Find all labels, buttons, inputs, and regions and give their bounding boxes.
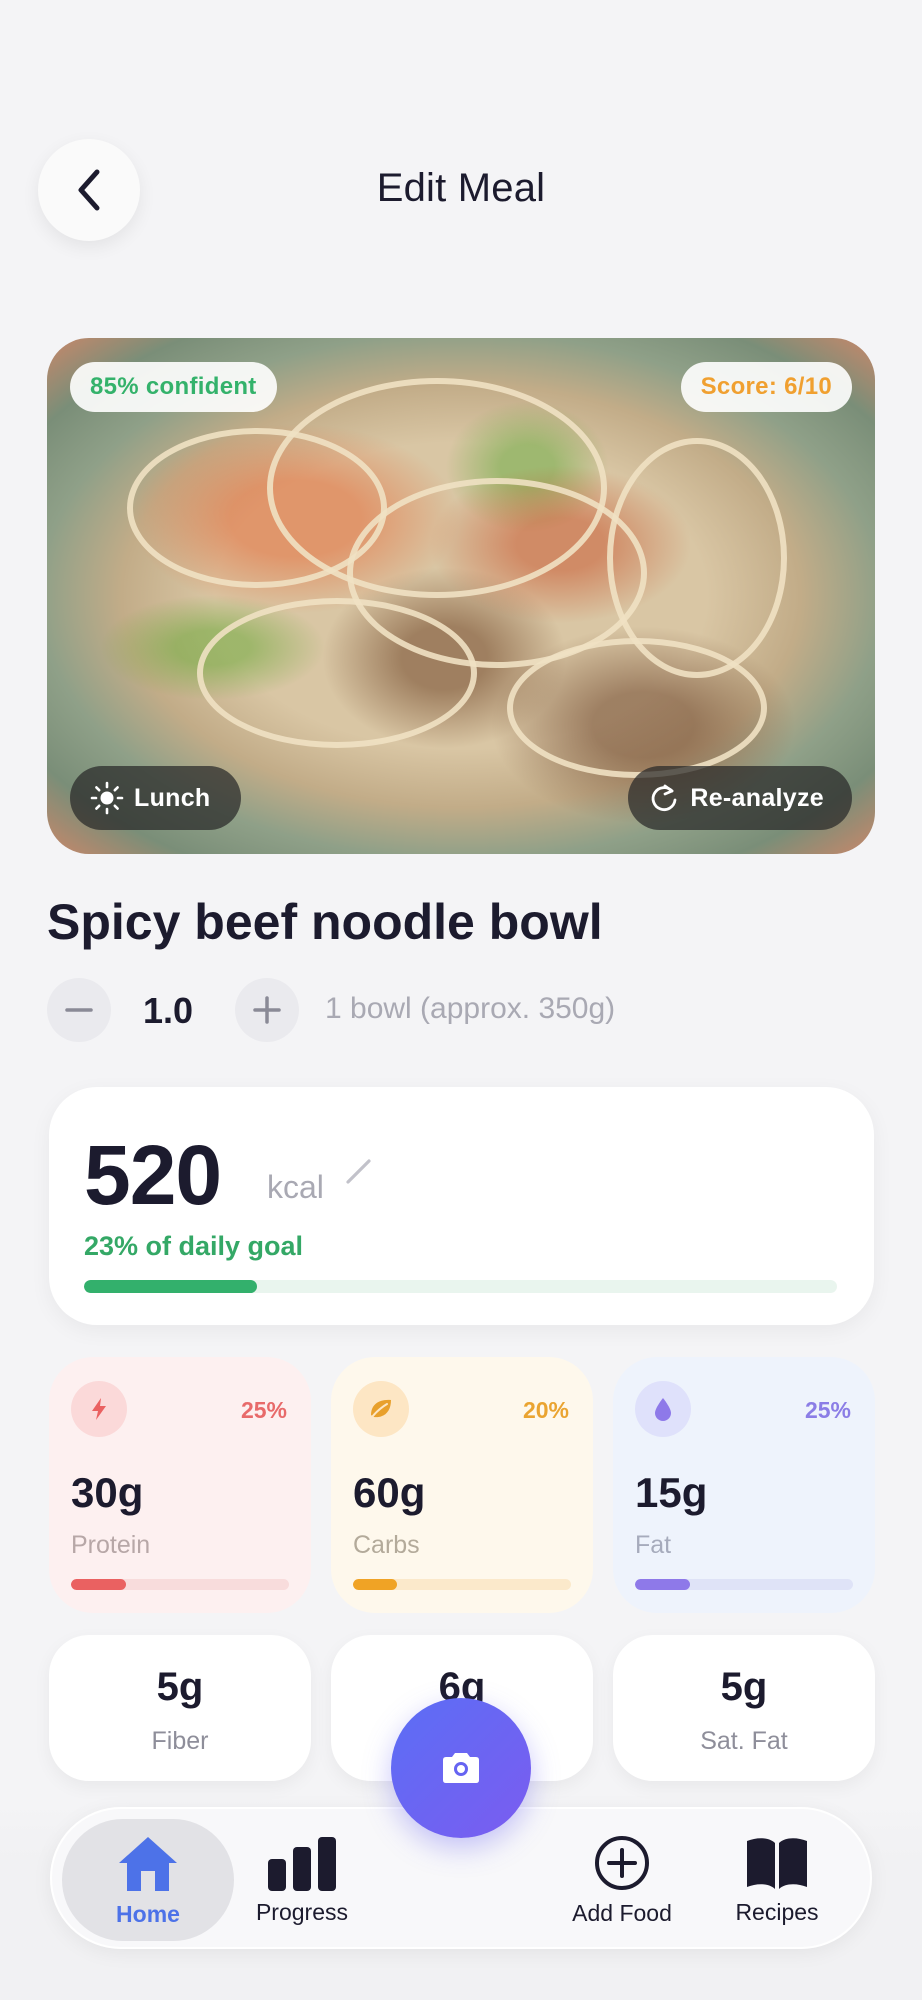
minus-icon xyxy=(65,1008,93,1012)
meal-type-label: Lunch xyxy=(134,783,211,812)
micro-amount: 5g xyxy=(156,1665,204,1709)
droplet-icon xyxy=(655,1398,671,1421)
camera-button[interactable] xyxy=(391,1698,531,1838)
macro-label: Fat xyxy=(635,1531,672,1559)
fat-icon-badge xyxy=(635,1381,691,1437)
nav-recipes-label: Recipes xyxy=(735,1898,819,1925)
macro-percent: 25% xyxy=(804,1397,851,1423)
micro-card-fiber[interactable]: 5g Fiber xyxy=(49,1635,311,1781)
meal-photo: 85% confident Score: 6/10 Lunch Re-analy… xyxy=(47,338,875,854)
camera-icon xyxy=(443,1753,479,1783)
sun-icon xyxy=(90,781,124,815)
macro-progress-fill xyxy=(71,1579,126,1590)
nav-add-food[interactable]: Add Food xyxy=(552,1819,692,1941)
micro-label: Fiber xyxy=(151,1727,209,1755)
page-title: Edit Meal xyxy=(376,166,546,210)
home-icon xyxy=(119,1836,177,1891)
macro-label: Carbs xyxy=(353,1531,420,1559)
portion-size[interactable]: 1 bowl (approx. 350g) xyxy=(325,992,615,1026)
protein-icon-badge xyxy=(71,1381,127,1437)
book-icon xyxy=(747,1837,807,1889)
nav-progress-label: Progress xyxy=(255,1898,349,1925)
bar-chart-icon xyxy=(268,1836,336,1891)
micro-card-sat-fat[interactable]: 5g Sat. Fat xyxy=(613,1635,875,1781)
nav-add-food-label: Add Food xyxy=(572,1899,672,1926)
macro-amount: 60g xyxy=(353,1469,426,1516)
daily-goal-progress-fill xyxy=(84,1280,258,1293)
leaf-icon xyxy=(371,1399,391,1418)
nav-recipes[interactable]: Recipes xyxy=(712,1819,842,1941)
refresh-icon xyxy=(652,784,677,812)
reanalyze-button[interactable]: Re-analyze xyxy=(628,766,852,830)
lightning-icon xyxy=(92,1398,106,1420)
plus-icon xyxy=(253,996,281,1024)
macro-progress xyxy=(635,1579,853,1590)
nav-home[interactable]: Home xyxy=(62,1819,234,1941)
micro-amount: 5g xyxy=(720,1665,768,1709)
nav-home-label: Home xyxy=(116,1900,180,1927)
macro-progress-fill xyxy=(635,1579,690,1590)
nav-progress[interactable]: Progress xyxy=(237,1819,367,1941)
daily-goal-text: 23% of daily goal xyxy=(84,1231,304,1261)
meal-name[interactable]: Spicy beef noodle bowl xyxy=(47,893,603,951)
macro-amount: 30g xyxy=(71,1469,144,1516)
macro-amount: 15g xyxy=(635,1469,708,1516)
macro-percent: 20% xyxy=(522,1397,569,1423)
macro-progress-fill xyxy=(353,1579,397,1590)
plus-circle-icon xyxy=(595,1835,649,1890)
macro-label: Protein xyxy=(71,1531,151,1559)
increase-quantity-button[interactable] xyxy=(235,978,299,1042)
score-badge: Score: 6/10 xyxy=(680,362,852,412)
macro-card-carbs[interactable]: 20% 60g Carbs xyxy=(331,1357,593,1613)
decrease-quantity-button[interactable] xyxy=(47,978,111,1042)
micro-label: Sat. Fat xyxy=(700,1727,788,1755)
macro-card-fat[interactable]: 25% 15g Fat xyxy=(613,1357,875,1613)
calories-card: 520 kcal 23% of daily goal xyxy=(49,1087,874,1325)
carbs-icon-badge xyxy=(353,1381,409,1437)
macro-percent: 25% xyxy=(240,1397,287,1423)
macro-card-protein[interactable]: 25% 30g Protein xyxy=(49,1357,311,1613)
quantity-value: 1.0 xyxy=(143,990,194,1031)
calories-value: 520 xyxy=(84,1128,222,1222)
macro-progress xyxy=(71,1579,289,1590)
macro-progress xyxy=(353,1579,571,1590)
meal-type-button[interactable]: Lunch xyxy=(70,766,241,830)
pencil-icon[interactable] xyxy=(343,1155,375,1187)
daily-goal-progress xyxy=(84,1280,837,1293)
reanalyze-label: Re-analyze xyxy=(690,783,824,812)
calories-unit: kcal xyxy=(267,1169,324,1205)
confidence-badge: 85% confident xyxy=(70,362,277,412)
